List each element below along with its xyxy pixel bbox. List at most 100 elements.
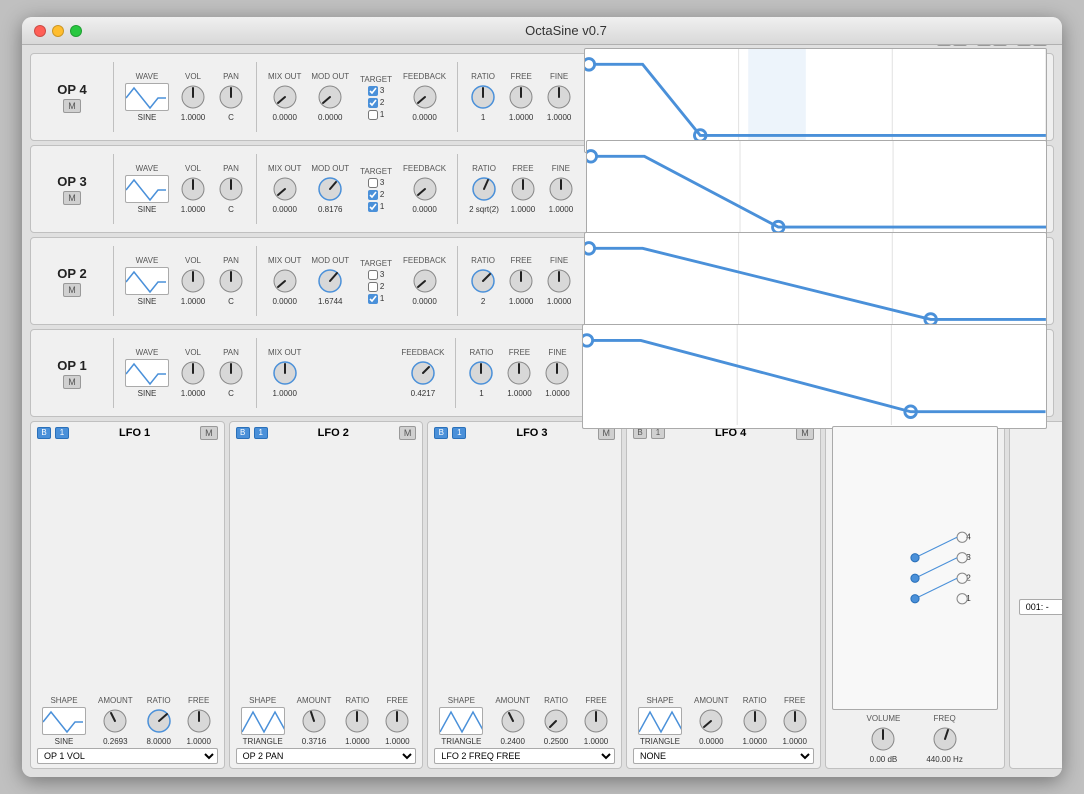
lfo3-wave-display[interactable]: [439, 707, 483, 735]
op1-ratio-knob[interactable]: [467, 359, 495, 387]
op4-mute-button[interactable]: M: [63, 99, 81, 113]
op2-envelope-canvas[interactable]: [584, 232, 1047, 337]
op2-modout-group: MOD OUT 1.6744: [311, 256, 349, 306]
op2-feedback-group: FEEDBACK 0.0000: [403, 256, 446, 306]
op1-feedback-knob[interactable]: [409, 359, 437, 387]
lfo3-num-btn[interactable]: 1: [452, 427, 466, 439]
op1-pan-knob[interactable]: [217, 359, 245, 387]
op1-wave-display[interactable]: [125, 359, 169, 387]
lfo3-amount-knob[interactable]: [499, 707, 527, 735]
op3-target-2[interactable]: 2: [368, 190, 384, 200]
op4-target-2[interactable]: 2: [368, 98, 384, 108]
op2-vol-knob[interactable]: [179, 267, 207, 295]
op1-fine-knob[interactable]: [543, 359, 571, 387]
op3-mixout-knob[interactable]: [271, 175, 299, 203]
lfo3-bypass-btn[interactable]: B: [434, 427, 448, 439]
op4-env-minus[interactable]: -: [977, 45, 991, 46]
op2-pan-knob[interactable]: [217, 267, 245, 295]
op4-pan-knob[interactable]: [217, 83, 245, 111]
lfo2-ratio-knob[interactable]: [343, 707, 371, 735]
lfo2-free-group: FREE 1.0000: [383, 696, 411, 746]
op4-feedback-knob[interactable]: [411, 83, 439, 111]
op3-ratio-knob[interactable]: [470, 175, 498, 203]
op3-envelope-canvas[interactable]: [586, 140, 1047, 244]
maximize-button[interactable]: [70, 25, 82, 37]
op3-target-3[interactable]: 3: [368, 178, 384, 188]
op4-envelope-canvas[interactable]: [584, 48, 1047, 153]
lfo1-wave-display[interactable]: [42, 707, 86, 735]
op1-vol-knob[interactable]: [179, 359, 207, 387]
lfo4-amount-knob[interactable]: [697, 707, 725, 735]
op4-ratio-knob[interactable]: [469, 83, 497, 111]
lfo1-num-btn[interactable]: 1: [55, 427, 69, 439]
lfo2-wave-display[interactable]: [241, 707, 285, 735]
patch-select[interactable]: 001: - 002: Bass 003: Lead: [1019, 599, 1062, 615]
window-title: OctaSine v0.7: [82, 23, 1050, 38]
lfo4-wave-display[interactable]: [638, 707, 682, 735]
op3-free-knob[interactable]: [509, 175, 537, 203]
op1-mute-button[interactable]: M: [63, 375, 81, 389]
op1-label-section: OP 1 M: [37, 358, 107, 389]
lfo2-free-knob[interactable]: [383, 707, 411, 735]
op3-target-1[interactable]: 1: [368, 202, 384, 212]
op4-env-plus[interactable]: +: [993, 45, 1007, 46]
op4-mixout-knob[interactable]: [271, 83, 299, 111]
op2-wave-display[interactable]: [125, 267, 169, 295]
op2-target-1[interactable]: 1: [368, 294, 384, 304]
op3-wave-display[interactable]: [125, 175, 169, 203]
op4-env-b[interactable]: B: [953, 45, 967, 46]
op2-modout-knob[interactable]: [316, 267, 344, 295]
op2-mixout-knob[interactable]: [271, 267, 299, 295]
lfo2-bypass-btn[interactable]: B: [236, 427, 250, 439]
op2-target-3[interactable]: 3: [368, 270, 384, 280]
lfo4-ratio-knob[interactable]: [741, 707, 769, 735]
op1-free-knob[interactable]: [505, 359, 533, 387]
lfo2-num-btn[interactable]: 1: [254, 427, 268, 439]
lfo3-ratio-knob[interactable]: [542, 707, 570, 735]
op3-modout-knob[interactable]: [316, 175, 344, 203]
op1-mixout-group: MIX OUT 1.0000: [268, 348, 301, 398]
op2-target-2[interactable]: 2: [368, 282, 384, 292]
op2-mute-button[interactable]: M: [63, 283, 81, 297]
op4-env-f[interactable]: F: [1017, 45, 1031, 46]
op2-fine-knob[interactable]: [545, 267, 573, 295]
op3-feedback-knob[interactable]: [411, 175, 439, 203]
lfo1-free-knob[interactable]: [185, 707, 213, 735]
master-freq-knob[interactable]: [931, 725, 959, 753]
div1: [113, 62, 114, 132]
op4-vol-knob[interactable]: [179, 83, 207, 111]
lfo4-target-select[interactable]: NONE OP 1 VOL: [633, 748, 814, 764]
op3-mute-button[interactable]: M: [63, 191, 81, 205]
lfo1-ratio-knob[interactable]: [145, 707, 173, 735]
op2-free-knob[interactable]: [507, 267, 535, 295]
op1-mixout-knob[interactable]: [271, 359, 299, 387]
lfo1-target-select[interactable]: OP 1 VOL OP 2 VOL: [37, 748, 218, 764]
op4-wave-display[interactable]: [125, 83, 169, 111]
minimize-button[interactable]: [52, 25, 64, 37]
op4-target-3[interactable]: 3: [368, 86, 384, 96]
lfo2-mute-button[interactable]: M: [399, 426, 417, 440]
lfo2-amount-knob[interactable]: [300, 707, 328, 735]
op3-fine-knob[interactable]: [547, 175, 575, 203]
op1-envelope-canvas[interactable]: [582, 324, 1047, 429]
op3-name: OP 3: [57, 174, 86, 189]
lfo2-target-select[interactable]: OP 2 PAN OP 1 PAN: [236, 748, 417, 764]
lfo1-amount-knob[interactable]: [101, 707, 129, 735]
op2-ratio-knob[interactable]: [469, 267, 497, 295]
lfo3-target-select[interactable]: LFO 2 FREQ FREE LFO 1 FREQ FREE: [434, 748, 615, 764]
op3-vol-knob[interactable]: [179, 175, 207, 203]
lfo1-mute-button[interactable]: M: [200, 426, 218, 440]
op4-env-d[interactable]: D: [1033, 45, 1047, 46]
op4-fine-knob[interactable]: [545, 83, 573, 111]
lfo4-free-knob[interactable]: [781, 707, 809, 735]
op4-modout-knob[interactable]: [316, 83, 344, 111]
op2-feedback-knob[interactable]: [411, 267, 439, 295]
lfo3-free-knob[interactable]: [582, 707, 610, 735]
master-volume-knob[interactable]: [869, 725, 897, 753]
op4-env-a[interactable]: A: [937, 45, 951, 46]
close-button[interactable]: [34, 25, 46, 37]
op4-free-knob[interactable]: [507, 83, 535, 111]
op3-pan-knob[interactable]: [217, 175, 245, 203]
op4-target-1[interactable]: 1: [368, 110, 384, 120]
lfo1-bypass-btn[interactable]: B: [37, 427, 51, 439]
